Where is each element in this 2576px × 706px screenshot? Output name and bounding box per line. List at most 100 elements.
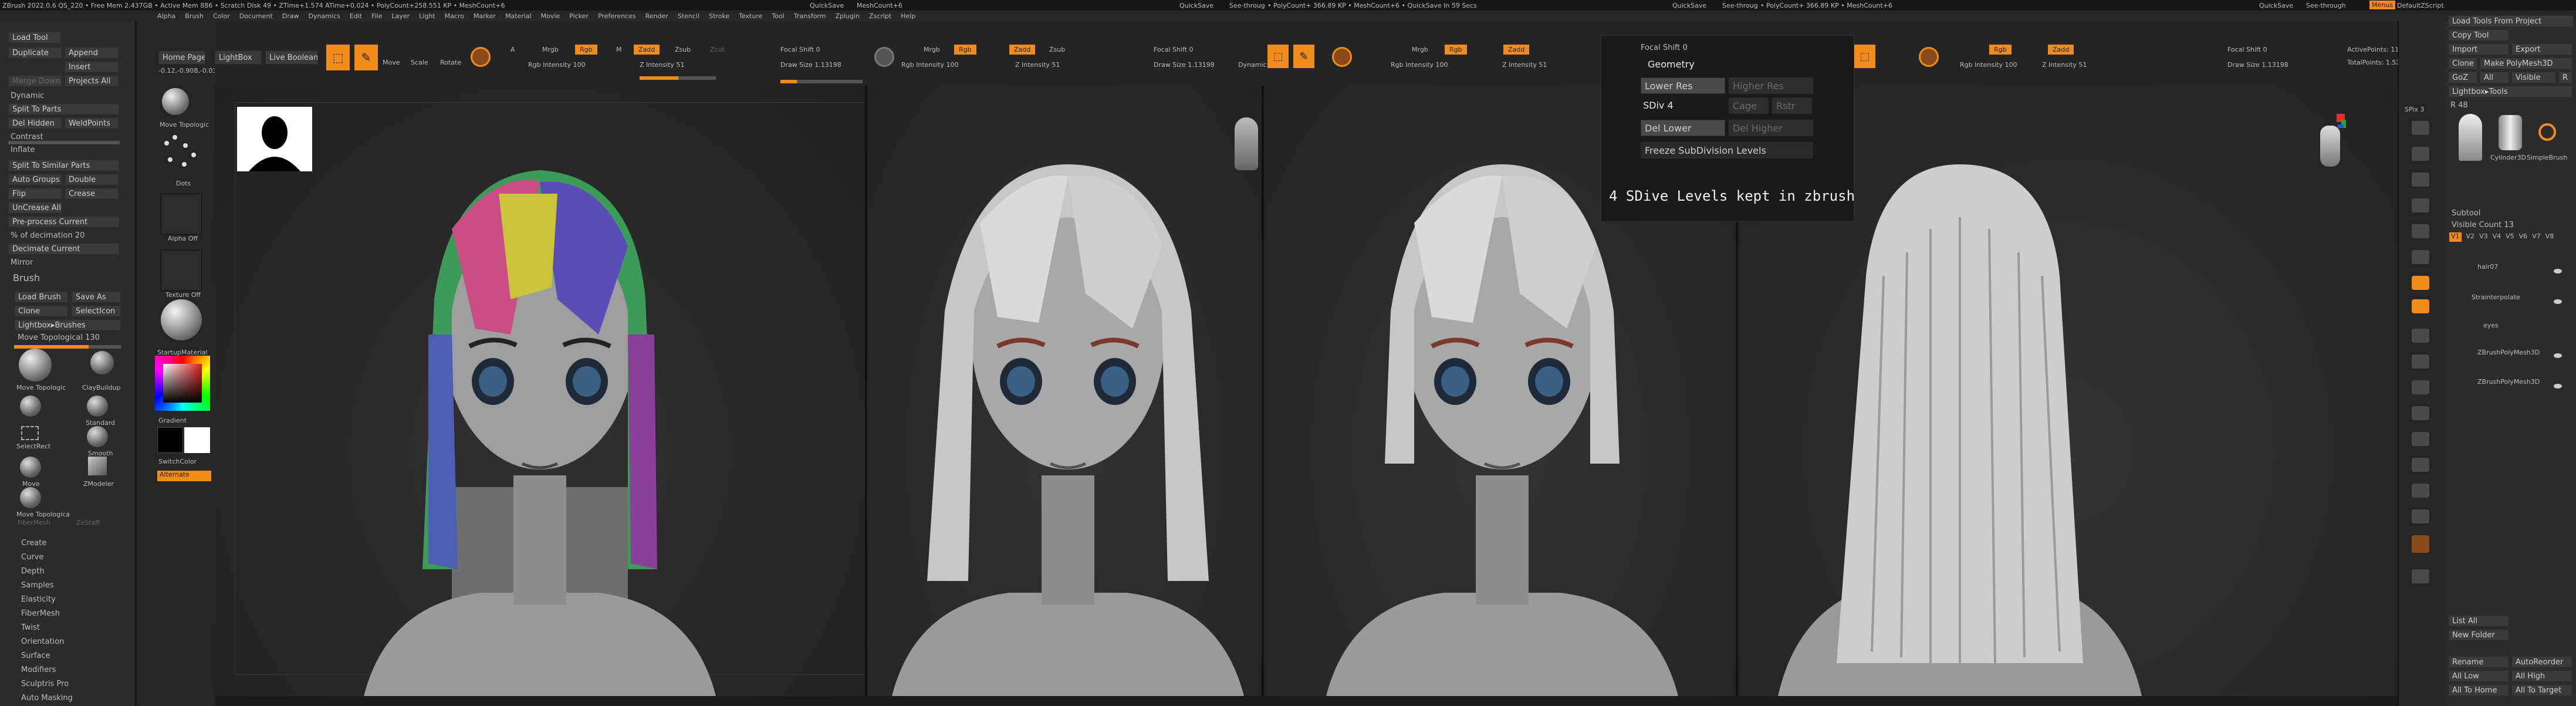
subtool-row-strainterpolate[interactable]: Strainterpolate xyxy=(2472,293,2520,301)
reference-thumbnail[interactable] xyxy=(237,107,312,171)
character-render-4[interactable] xyxy=(1754,158,2165,696)
menu-zplugin[interactable]: Zplugin xyxy=(835,12,860,20)
visible-button[interactable]: Visible xyxy=(2511,72,2556,83)
tool-thumb-hair[interactable] xyxy=(2459,114,2482,161)
copy-tool-button[interactable]: Copy Tool xyxy=(2448,29,2509,41)
menu-edit[interactable]: Edit xyxy=(350,12,362,20)
lightbox-tools-button[interactable]: Lightbox▸Tools xyxy=(2448,86,2572,97)
sub-curve[interactable]: Curve xyxy=(21,553,43,562)
preprocess-current-button[interactable]: Pre-process Current xyxy=(8,216,120,228)
menu-render[interactable]: Render xyxy=(645,12,668,20)
transp-icon[interactable] xyxy=(2412,484,2429,498)
double-button[interactable]: Double xyxy=(65,174,119,185)
append-button[interactable]: Append xyxy=(65,47,119,59)
dynamic-label[interactable]: Dynamic xyxy=(11,92,44,100)
brush-thumb-move[interactable] xyxy=(20,457,41,478)
menu-marker[interactable]: Marker xyxy=(474,12,496,20)
alternate-button[interactable]: Alternate xyxy=(157,471,211,481)
del-higher-button[interactable]: Del Higher xyxy=(1729,120,1813,136)
spix-button[interactable]: SPix 3 xyxy=(2405,106,2424,113)
crease-button[interactable]: Crease xyxy=(65,188,119,200)
m-toggle[interactable]: M xyxy=(616,46,622,53)
alpha-thumb[interactable] xyxy=(161,194,202,235)
list-all-button[interactable]: List All xyxy=(2448,615,2509,627)
menu-file[interactable]: File xyxy=(371,12,382,20)
seethrough-slider-2[interactable]: See-throug xyxy=(1722,2,1758,9)
subtool-row-hair07[interactable]: hair07 xyxy=(2477,263,2498,271)
eye-icon[interactable] xyxy=(2554,299,2562,304)
menu-stroke[interactable]: Stroke xyxy=(709,12,729,20)
frame-icon[interactable] xyxy=(2412,329,2429,343)
menu-transform[interactable]: Transform xyxy=(794,12,826,20)
zsub-toggle[interactable]: Zsub xyxy=(675,46,691,53)
main-color-swatch[interactable] xyxy=(157,427,183,453)
draw-mode-button[interactable]: ✎ xyxy=(354,45,378,70)
tab-v1[interactable]: V1 xyxy=(2449,232,2462,242)
menu-texture[interactable]: Texture xyxy=(739,12,762,20)
menu-layer[interactable]: Layer xyxy=(391,12,410,20)
menu-material[interactable]: Material xyxy=(505,12,532,20)
all-button[interactable]: All xyxy=(2480,72,2509,83)
rotate-mode-button[interactable]: Rotate xyxy=(440,59,461,66)
popup-focal-shift[interactable]: Focal Shift 0 xyxy=(1641,43,1688,52)
dynamic-toggle[interactable]: Dynamic xyxy=(1238,61,1267,69)
project-all-button[interactable]: Projects All xyxy=(65,75,119,87)
subtool-header[interactable]: Subtool xyxy=(2452,209,2480,218)
load-tools-from-project-button[interactable]: Load Tools From Project xyxy=(2448,15,2574,27)
brush-header[interactable]: Brush xyxy=(13,272,40,283)
rgb-toggle-2[interactable]: Rgb xyxy=(954,45,976,55)
rgb-intensity-slider-2[interactable]: Rgb Intensity 100 xyxy=(901,61,958,69)
material-preview-icon-4[interactable] xyxy=(1919,47,1939,67)
r-button[interactable]: R xyxy=(2558,72,2572,83)
rgb-intensity-slider-3[interactable]: Rgb Intensity 100 xyxy=(1391,61,1448,69)
linefill-icon[interactable] xyxy=(2412,432,2429,446)
tab-v4[interactable]: V4 xyxy=(2493,232,2501,242)
sub-elasticity[interactable]: Elasticity xyxy=(21,595,56,604)
all-high-button[interactable]: All High xyxy=(2511,670,2572,682)
floor-icon[interactable] xyxy=(2412,250,2429,264)
flip-button[interactable]: Flip xyxy=(8,188,62,200)
sub-fibermesh[interactable]: FiberMesh xyxy=(21,609,60,618)
rgb-intensity-slider-4[interactable]: Rgb Intensity 100 xyxy=(1960,61,2017,69)
contrast-slider[interactable]: Contrast xyxy=(11,133,43,141)
menu-zscript[interactable]: Zscript xyxy=(869,12,891,20)
clone-button[interactable]: Clone xyxy=(2448,58,2477,69)
texture-thumb[interactable] xyxy=(161,250,202,291)
persp-icon[interactable] xyxy=(2412,224,2429,238)
freeze-subdivision-button[interactable]: Freeze SubDivision Levels xyxy=(1641,142,1813,158)
del-lower-button[interactable]: Del Lower xyxy=(1641,120,1725,136)
mrgb-toggle-3[interactable]: Mrgb xyxy=(1412,46,1428,53)
make-polymesh-button[interactable]: Make PolyMesh3D xyxy=(2480,58,2572,69)
menu-movie[interactable]: Movie xyxy=(541,12,560,20)
sub-depth[interactable]: Depth xyxy=(21,567,45,576)
select-icon-button[interactable]: SelectIcon xyxy=(72,305,121,317)
head-nav-icon[interactable] xyxy=(1235,117,1258,170)
brush-thumb-3[interactable] xyxy=(20,396,41,417)
mrgb-toggle[interactable]: Mrgb xyxy=(542,46,559,53)
menu-alpha[interactable]: Alpha xyxy=(157,12,175,20)
all-to-target-button[interactable]: All To Target xyxy=(2511,684,2572,696)
sub-samples[interactable]: Samples xyxy=(21,581,54,590)
draw-size-slider[interactable]: Draw Size 1.13198 xyxy=(780,61,841,69)
edit-mode-button[interactable]: ⬚ xyxy=(326,45,350,70)
sub-orientation[interactable]: Orientation xyxy=(21,637,64,646)
brush-thumb-move-topologic[interactable] xyxy=(19,349,52,381)
brush-size-slider[interactable]: Move Topological 130 xyxy=(18,333,100,342)
quicksave-button-4[interactable]: QuickSave xyxy=(2259,2,2293,9)
rename-button[interactable]: Rename xyxy=(2448,656,2509,668)
menu-document[interactable]: Document xyxy=(239,12,273,20)
a-toggle[interactable]: A xyxy=(511,46,515,53)
tab-v5[interactable]: V5 xyxy=(2506,232,2514,242)
mrgb-toggle-2[interactable]: Mrgb xyxy=(924,46,940,53)
move-icon[interactable] xyxy=(2412,354,2429,369)
autoreorder-button[interactable]: AutoReorder xyxy=(2511,656,2572,668)
focal-shift-slider-2[interactable]: Focal Shift 0 xyxy=(1154,46,1194,53)
tab-v6[interactable]: V6 xyxy=(2519,232,2528,242)
insert-button[interactable]: Insert xyxy=(65,61,119,73)
zoom3d-icon[interactable] xyxy=(2412,380,2429,394)
draw-size-slider-4[interactable]: Draw Size 1.13198 xyxy=(2227,61,2288,69)
sub-auto-masking[interactable]: Auto Masking xyxy=(21,694,73,702)
navigation-cube-icon[interactable] xyxy=(2312,114,2347,173)
auto-groups-button[interactable]: Auto Groups xyxy=(8,174,62,185)
move-mode-button[interactable]: Move xyxy=(383,59,400,66)
